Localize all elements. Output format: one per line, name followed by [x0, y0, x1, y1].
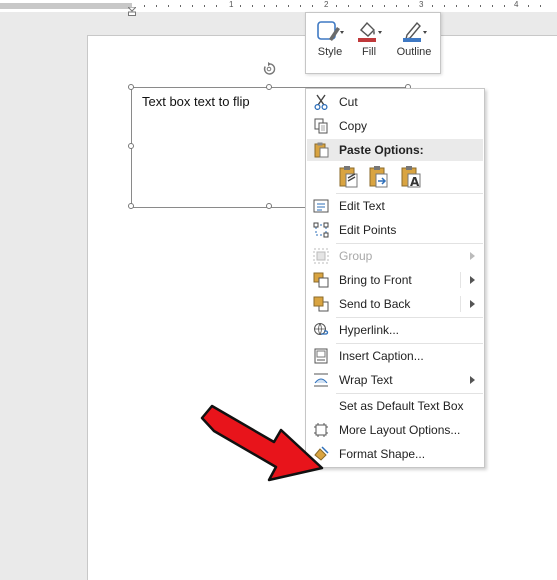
style-button[interactable]: Style: [310, 17, 350, 69]
menu-item-insert-caption[interactable]: Insert Caption...: [307, 345, 483, 367]
svg-text:A: A: [410, 175, 420, 189]
style-label: Style: [317, 46, 343, 58]
menu-item-copy[interactable]: Copy: [307, 115, 483, 137]
rotate-handle-icon[interactable]: [262, 62, 276, 76]
paste-keep-source-icon[interactable]: [338, 165, 360, 189]
ruler-number: 3: [419, 0, 424, 9]
menu-item-label: Hyperlink...: [339, 323, 400, 337]
menu-item-label: Set as Default Text Box: [339, 399, 464, 413]
submenu-arrow-icon: [470, 252, 475, 260]
resize-handle-bottom[interactable]: [266, 203, 272, 209]
caption-icon: [314, 348, 328, 364]
menu-item-label: Insert Caption...: [339, 349, 424, 363]
mini-toolbar: Style Fill Outline: [305, 12, 441, 74]
menu-separator: [336, 343, 483, 344]
menu-separator: [336, 393, 483, 394]
menu-item-more-layout-options[interactable]: More Layout Options...: [307, 419, 483, 441]
context-menu: Cut Copy Paste Options: A Edit Text Edit…: [305, 88, 485, 468]
hyperlink-icon: [314, 323, 329, 335]
copy-icon: [314, 118, 328, 134]
resize-handle-top[interactable]: [266, 84, 272, 90]
submenu-divider: [460, 272, 461, 288]
fill-label: Fill: [361, 46, 377, 58]
resize-handle-left[interactable]: [128, 143, 134, 149]
paste-options-group: A: [338, 165, 438, 189]
menu-item-cut[interactable]: Cut: [307, 91, 483, 113]
ruler-marks: 1 2 3 4: [132, 0, 557, 9]
menu-item-label: Paste Options:: [339, 143, 424, 157]
shape-style-icon: [317, 21, 344, 41]
menu-item-paste-options: Paste Options:: [307, 139, 483, 161]
menu-item-label: Copy: [339, 119, 368, 133]
paste-text-only-icon[interactable]: A: [400, 165, 422, 189]
ruler-margin-shade: [0, 3, 132, 9]
menu-item-send-to-back[interactable]: Send to Back: [307, 293, 483, 315]
red-arrow-annotation: [200, 404, 324, 482]
bring-front-icon: [313, 272, 329, 288]
edit-text-icon: [313, 199, 329, 213]
submenu-arrow-icon: [470, 376, 475, 384]
indent-marker-icon[interactable]: [128, 7, 136, 16]
menu-item-edit-points[interactable]: Edit Points: [307, 219, 483, 241]
fill-button[interactable]: Fill: [349, 17, 389, 69]
menu-item-label: Wrap Text: [339, 373, 393, 387]
menu-item-label: Cut: [339, 95, 358, 109]
paint-bucket-icon: [358, 21, 382, 42]
ruler-number: 2: [324, 0, 329, 9]
group-icon: [313, 248, 329, 264]
resize-handle-top-left[interactable]: [128, 84, 134, 90]
menu-item-label: Send to Back: [339, 297, 411, 311]
pen-outline-icon: [403, 21, 427, 42]
menu-item-hyperlink[interactable]: Hyperlink...: [307, 319, 483, 341]
menu-separator: [336, 193, 483, 194]
ruler-number: 1: [229, 0, 234, 9]
menu-item-format-shape[interactable]: Format Shape...: [307, 443, 483, 465]
submenu-arrow-icon[interactable]: [470, 276, 475, 284]
horizontal-ruler[interactable]: 1 2 3 4: [0, 0, 557, 16]
outline-button[interactable]: Outline: [392, 17, 436, 69]
send-back-icon: [313, 296, 329, 312]
menu-item-label: Edit Points: [339, 223, 397, 237]
edit-points-icon: [313, 222, 329, 238]
paste-merge-icon[interactable]: [368, 165, 390, 189]
outline-label: Outline: [396, 46, 432, 58]
menu-item-label: More Layout Options...: [339, 423, 461, 437]
menu-item-label: Format Shape...: [339, 447, 426, 461]
menu-item-bring-to-front[interactable]: Bring to Front: [307, 269, 483, 291]
menu-item-label: Group: [339, 249, 373, 263]
submenu-divider: [460, 296, 461, 312]
submenu-arrow-icon[interactable]: [470, 300, 475, 308]
menu-item-edit-text[interactable]: Edit Text: [307, 195, 483, 217]
wrap-text-icon: [314, 373, 328, 387]
menu-separator: [336, 317, 483, 318]
scissors-icon: [314, 94, 328, 110]
menu-item-set-default-text-box[interactable]: Set as Default Text Box: [307, 395, 483, 417]
resize-handle-bottom-left[interactable]: [128, 203, 134, 209]
menu-item-label: Bring to Front: [339, 273, 412, 287]
text-box-content[interactable]: Text box text to flip: [142, 94, 250, 109]
menu-separator: [336, 243, 483, 244]
menu-item-label: Edit Text: [339, 199, 385, 213]
menu-item-group[interactable]: Group: [307, 245, 483, 267]
clipboard-icon: [314, 142, 329, 158]
menu-item-wrap-text[interactable]: Wrap Text: [307, 369, 483, 391]
ruler-number: 4: [514, 0, 519, 9]
